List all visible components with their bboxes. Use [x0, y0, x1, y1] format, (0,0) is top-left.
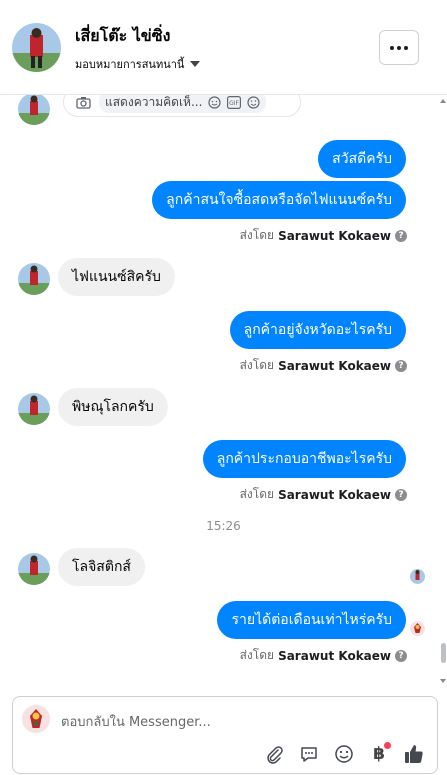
outgoing-message[interactable]: ลูกค้าอยู่จังหวัดอะไรครับ	[229, 311, 406, 349]
emoji-icon[interactable]	[247, 95, 261, 109]
sender-name: Sarawut Kokaew	[278, 228, 391, 243]
svg-text:GIF: GIF	[229, 100, 239, 107]
gif-icon[interactable]: GIF	[227, 95, 242, 109]
outgoing-message[interactable]: ลูกค้าสนใจซื้อสดหรือจัดไฟแนนซ์ครับ	[152, 181, 406, 219]
message-thread[interactable]: แสดงความคิดเห็... GIF สวัสดีครับ ลูกค้าส…	[0, 95, 447, 695]
assign-label: มอบหมายการสนทนานี้	[75, 58, 185, 71]
comment-input-pill[interactable]: แสดงความคิดเห็... GIF	[99, 95, 267, 113]
camera-icon[interactable]	[76, 96, 91, 109]
sent-by-prefix: ส่งโดย	[239, 358, 275, 372]
sticker-icon[interactable]	[208, 95, 222, 109]
baht-payment-icon[interactable]: ฿	[368, 742, 391, 765]
timestamp: 15:26	[206, 519, 241, 533]
emoji-icon[interactable]	[333, 743, 355, 765]
contact-avatar-small	[18, 393, 50, 425]
sent-by-prefix: ส่งโดย	[239, 487, 275, 501]
incoming-message[interactable]: พิษณุโลกครับ	[58, 388, 168, 426]
quick-reply-icon[interactable]	[298, 743, 320, 765]
conversation-header: เสี่ยโต๊ะ ไข่ซิ่ง มอบหมายการสนทนานี้	[0, 0, 447, 95]
contact-avatar[interactable]	[12, 23, 61, 72]
contact-name[interactable]: เสี่ยโต๊ะ ไข่ซิ่ง	[75, 24, 170, 49]
comment-placeholder: แสดงความคิดเห็...	[105, 95, 203, 109]
contact-avatar-small	[18, 263, 50, 295]
comment-box[interactable]: แสดงความคิดเห็... GIF	[63, 95, 301, 117]
chevron-down-icon	[190, 61, 201, 67]
info-icon[interactable]: ?	[395, 649, 407, 662]
like-icon[interactable]	[403, 743, 425, 765]
reply-input[interactable]: ตอบกลับใน Messenger...	[61, 711, 211, 732]
sender-name: Sarawut Kokaew	[278, 487, 391, 502]
sender-name: Sarawut Kokaew	[278, 648, 391, 663]
sent-by-label: ส่งโดย Sarawut Kokaew ?	[240, 485, 407, 504]
attach-icon[interactable]	[263, 743, 285, 765]
composer-toolbar: ฿	[263, 742, 425, 765]
info-icon[interactable]: ?	[395, 359, 407, 372]
incoming-message[interactable]: ไฟแนนซ์สิครับ	[58, 258, 175, 296]
info-icon[interactable]: ?	[395, 488, 407, 501]
outgoing-message[interactable]: สวัสดีครับ	[318, 140, 406, 178]
more-options-button[interactable]	[379, 30, 419, 65]
info-icon[interactable]: ?	[395, 229, 407, 242]
page-avatar	[22, 705, 50, 733]
more-dot	[404, 45, 408, 50]
sent-by-prefix: ส่งโดย	[239, 648, 275, 662]
reply-composer[interactable]: ตอบกลับใน Messenger... ฿	[12, 696, 438, 774]
notification-dot	[384, 742, 391, 749]
incoming-message[interactable]: โลจิสติกส์	[58, 548, 145, 586]
seen-avatar	[410, 621, 425, 636]
read-receipt-avatar	[410, 569, 425, 584]
assign-conversation-dropdown[interactable]: มอบหมายการสนทนานี้	[75, 55, 201, 73]
outgoing-message[interactable]: รายได้ต่อเดือนเท่าไหร่ครับ	[217, 601, 406, 639]
sender-name: Sarawut Kokaew	[278, 358, 391, 373]
sent-by-label: ส่งโดย Sarawut Kokaew ?	[240, 226, 407, 245]
baht-symbol: ฿	[373, 744, 385, 764]
contact-avatar-small	[18, 553, 50, 585]
outgoing-message[interactable]: ลูกค้าประกอบอาชีพอะไรครับ	[202, 440, 406, 478]
contact-avatar-small	[18, 95, 50, 125]
scroll-thumb[interactable]	[441, 643, 446, 663]
sent-by-prefix: ส่งโดย	[239, 228, 275, 242]
scroll-up-arrow-icon[interactable]	[440, 99, 446, 103]
scrollbar[interactable]	[440, 95, 447, 695]
scroll-down-arrow-icon[interactable]	[440, 679, 446, 683]
sent-by-label: ส่งโดย Sarawut Kokaew ?	[240, 356, 407, 375]
more-dot	[390, 45, 394, 50]
sent-by-label: ส่งโดย Sarawut Kokaew ?	[240, 646, 407, 665]
more-dot	[397, 45, 401, 50]
